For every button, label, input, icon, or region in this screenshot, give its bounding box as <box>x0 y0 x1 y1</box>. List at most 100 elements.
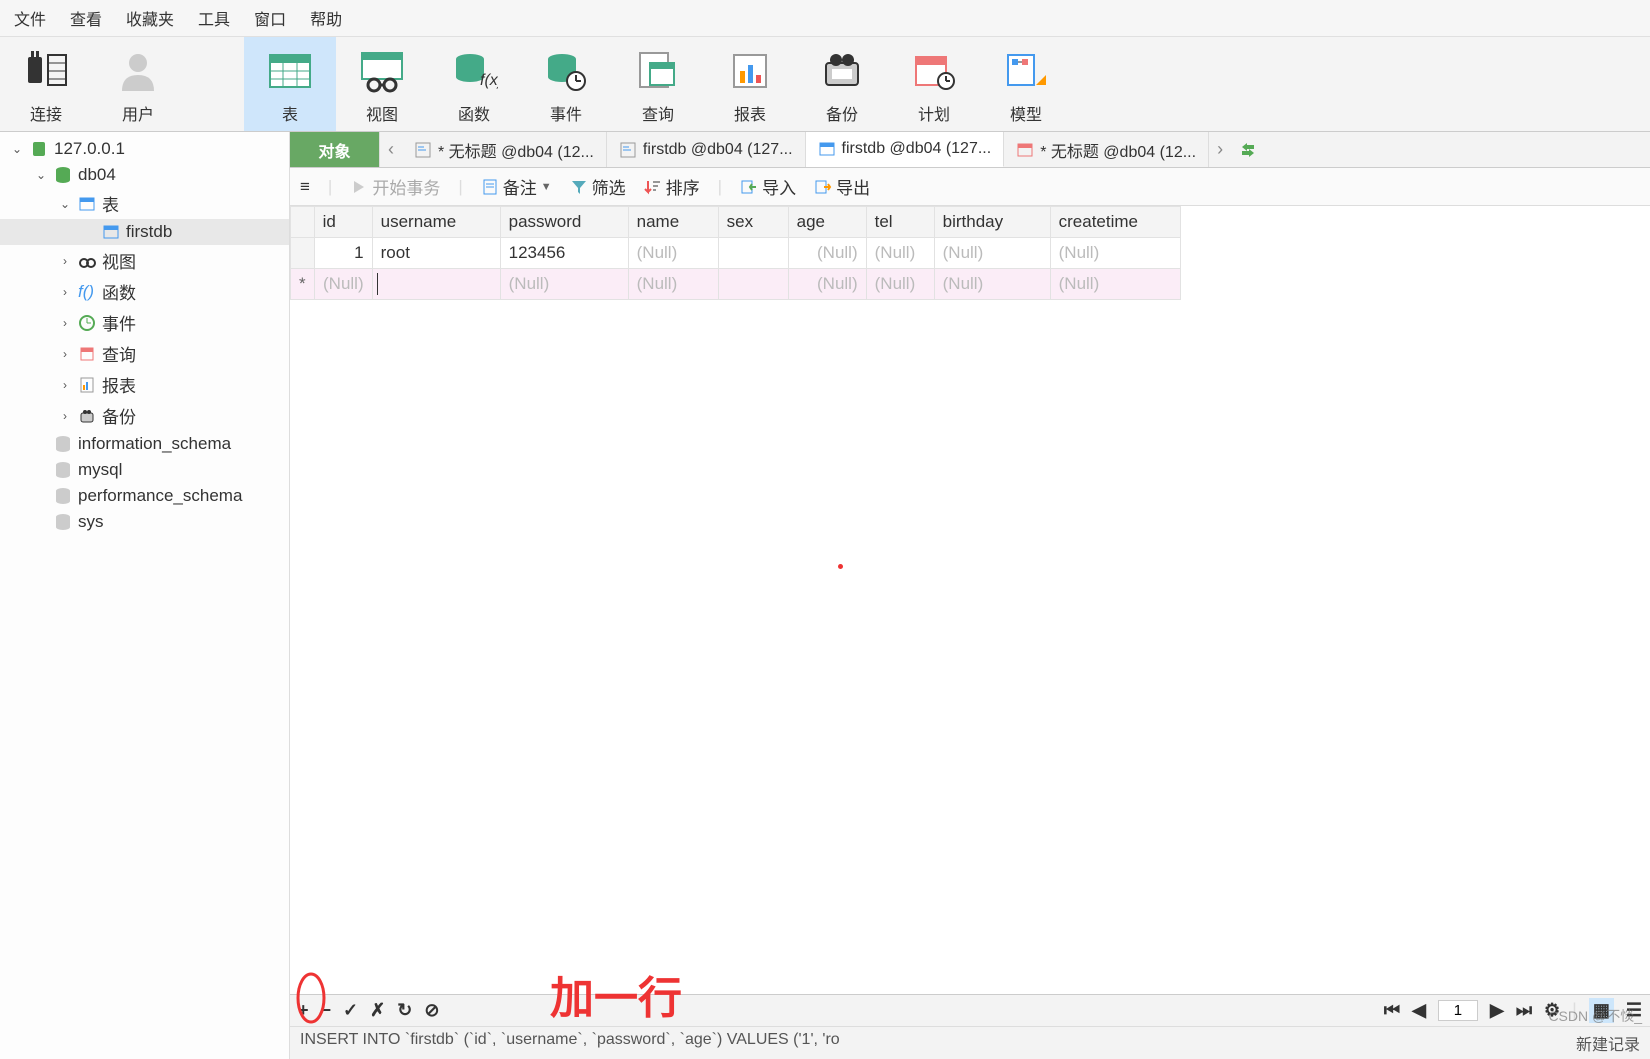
cell[interactable]: root <box>372 238 500 269</box>
begin-transaction-button[interactable]: 开始事务 <box>350 174 440 199</box>
table-row[interactable]: 1 root 123456 (Null) (Null) (Null) (Null… <box>291 238 1181 269</box>
col-age[interactable]: age <box>788 207 866 238</box>
menu-view[interactable]: 查看 <box>70 6 102 30</box>
sort-button[interactable]: 排序 <box>644 174 700 199</box>
col-id[interactable]: id <box>314 207 372 238</box>
tree-sysdb-3[interactable]: sys <box>0 509 289 535</box>
user-button[interactable]: 用户 <box>92 37 184 131</box>
col-birthday[interactable]: birthday <box>934 207 1050 238</box>
menu-window[interactable]: 窗口 <box>254 6 286 30</box>
hamburger-icon[interactable]: ≡ <box>300 177 310 197</box>
query-button[interactable]: 查询 <box>612 37 704 131</box>
cell[interactable]: (Null) <box>1050 269 1180 300</box>
add-row-button[interactable]: + <box>298 1000 309 1021</box>
col-username[interactable]: username <box>372 207 500 238</box>
tree-sysdb-0[interactable]: information_schema <box>0 431 289 457</box>
delete-row-button[interactable]: − <box>321 1000 332 1021</box>
cell[interactable]: (Null) <box>866 269 934 300</box>
tree-table-firstdb[interactable]: firstdb <box>0 219 289 245</box>
backup-button[interactable]: 备份 <box>796 37 888 131</box>
query-icon <box>619 141 637 159</box>
expander-icon[interactable]: ⌄ <box>34 168 48 182</box>
refresh-button[interactable]: ↻ <box>397 1000 412 1021</box>
tab-object[interactable]: 对象 <box>290 132 380 167</box>
expander-icon[interactable]: › <box>58 254 72 268</box>
connect-button[interactable]: 连接 <box>0 37 92 131</box>
menu-file[interactable]: 文件 <box>14 6 46 30</box>
status-message: 新建记录 <box>1576 1031 1640 1055</box>
page-number-input[interactable] <box>1438 1000 1478 1021</box>
first-page-button[interactable]: ⏮ <box>1384 1000 1400 1021</box>
tree-database[interactable]: ⌄db04 <box>0 162 289 188</box>
cell[interactable] <box>718 269 788 300</box>
tab-3[interactable]: firstdb @db04 (127... <box>806 132 1005 167</box>
data-grid[interactable]: id username password name sex age tel bi… <box>290 206 1650 994</box>
cell[interactable]: (Null) <box>628 269 718 300</box>
prev-page-button[interactable]: ◀ <box>1412 1000 1426 1021</box>
menu-fav[interactable]: 收藏夹 <box>126 6 174 30</box>
tree-reports[interactable]: ›报表 <box>0 369 289 400</box>
cell[interactable]: (Null) <box>934 238 1050 269</box>
tab-sync-icon[interactable] <box>1231 132 1265 167</box>
expander-icon[interactable]: ⌄ <box>10 142 24 156</box>
last-page-button[interactable]: ⏭ <box>1516 1000 1532 1021</box>
expander-icon[interactable]: › <box>58 378 72 392</box>
view-button[interactable]: 视图 <box>336 37 428 131</box>
tree-backups[interactable]: ›备份 <box>0 400 289 431</box>
tree-sysdb-2[interactable]: performance_schema <box>0 483 289 509</box>
event-button[interactable]: 事件 <box>520 37 612 131</box>
expander-icon[interactable]: ⌄ <box>58 197 72 211</box>
next-page-button[interactable]: ▶ <box>1490 1000 1504 1021</box>
cancel-button[interactable]: ✗ <box>370 1000 385 1021</box>
cell[interactable]: (Null) <box>628 238 718 269</box>
tab-4[interactable]: * 无标题 @db04 (12... <box>1004 132 1209 167</box>
tab-1[interactable]: * 无标题 @db04 (12... <box>402 132 607 167</box>
function-button[interactable]: f(x) 函数 <box>428 37 520 131</box>
cell[interactable]: (Null) <box>934 269 1050 300</box>
col-sex[interactable]: sex <box>718 207 788 238</box>
tab-next-icon[interactable]: › <box>1209 132 1231 167</box>
col-tel[interactable]: tel <box>866 207 934 238</box>
menu-tools[interactable]: 工具 <box>198 6 230 30</box>
cell[interactable]: (Null) <box>1050 238 1180 269</box>
tree-server[interactable]: ⌄127.0.0.1 <box>0 136 289 162</box>
col-name[interactable]: name <box>628 207 718 238</box>
schedule-button[interactable]: 计划 <box>888 37 980 131</box>
tab-2[interactable]: firstdb @db04 (127... <box>607 132 806 167</box>
event-icon <box>540 45 592 97</box>
cell[interactable]: (Null) <box>788 269 866 300</box>
expander-icon[interactable]: › <box>58 316 72 330</box>
expander-icon[interactable]: › <box>58 347 72 361</box>
tree-views[interactable]: ›视图 <box>0 245 289 276</box>
cell[interactable]: (Null) <box>314 269 372 300</box>
expander-icon[interactable]: › <box>58 409 72 423</box>
tab-prev-icon[interactable]: ‹ <box>380 132 402 167</box>
cell[interactable]: (Null) <box>866 238 934 269</box>
menu-help[interactable]: 帮助 <box>310 6 342 30</box>
tree-tables[interactable]: ⌄表 <box>0 188 289 219</box>
export-button[interactable]: 导出 <box>814 174 870 199</box>
col-createtime[interactable]: createtime <box>1050 207 1180 238</box>
tree-events[interactable]: ›事件 <box>0 307 289 338</box>
cell[interactable]: (Null) <box>788 238 866 269</box>
col-password[interactable]: password <box>500 207 628 238</box>
expander-icon[interactable]: › <box>58 285 72 299</box>
import-button[interactable]: 导入 <box>740 174 796 199</box>
cell[interactable]: (Null) <box>500 269 628 300</box>
tree-functions[interactable]: ›f()函数 <box>0 276 289 307</box>
tree-queries[interactable]: ›查询 <box>0 338 289 369</box>
row-marker: * <box>291 269 315 300</box>
cell[interactable] <box>718 238 788 269</box>
cell-editing[interactable] <box>372 269 500 300</box>
apply-button[interactable]: ✓ <box>343 1000 358 1021</box>
cell[interactable]: 123456 <box>500 238 628 269</box>
report-button[interactable]: 报表 <box>704 37 796 131</box>
table-button[interactable]: 表 <box>244 37 336 131</box>
filter-button[interactable]: 筛选 <box>570 174 626 199</box>
model-button[interactable]: 模型 <box>980 37 1072 131</box>
stop-button[interactable]: ⊘ <box>424 1000 439 1021</box>
table-row-new[interactable]: * (Null) (Null) (Null) (Null) (Null) (Nu… <box>291 269 1181 300</box>
tree-sysdb-1[interactable]: mysql <box>0 457 289 483</box>
memo-button[interactable]: 备注▼ <box>481 174 552 199</box>
cell[interactable]: 1 <box>314 238 372 269</box>
